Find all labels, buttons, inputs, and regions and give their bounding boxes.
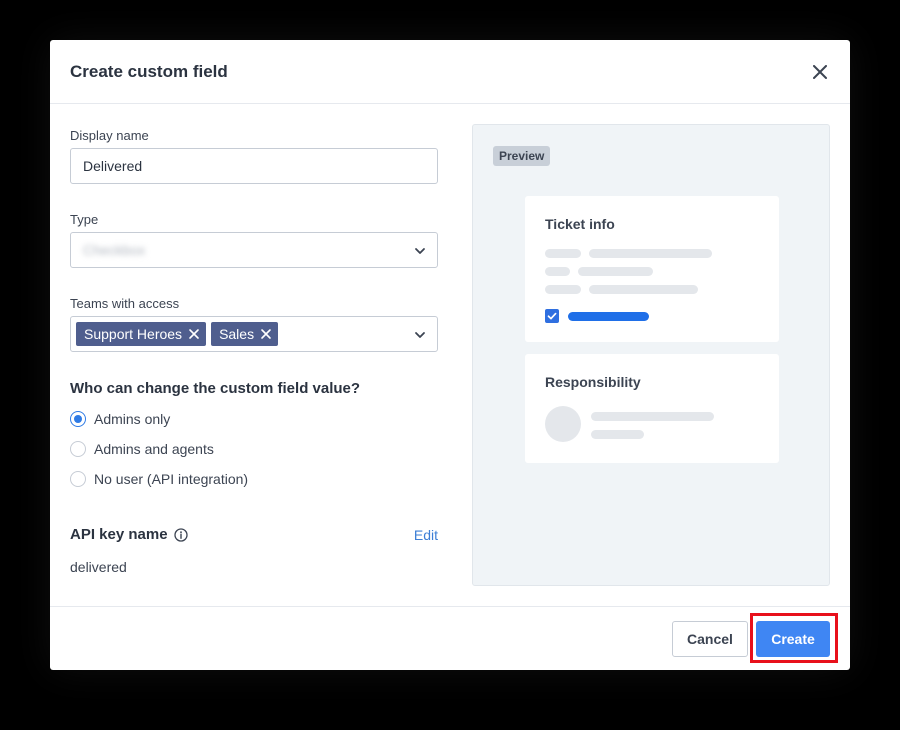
radio-button[interactable]	[70, 411, 86, 427]
api-key-value: delivered	[70, 559, 127, 575]
skeleton-line	[589, 285, 698, 294]
chevron-down-icon	[415, 332, 425, 338]
permissions-title: Who can change the custom field value?	[70, 380, 361, 397]
type-select[interactable]: Checkbox	[70, 232, 438, 268]
radio-no-user[interactable]: No user (API integration)	[70, 471, 248, 487]
radio-admins-and-agents[interactable]: Admins and agents	[70, 441, 214, 457]
api-key-header: API key name Edit	[70, 526, 438, 543]
type-label: Type	[70, 212, 99, 227]
edit-api-key-link[interactable]: Edit	[414, 527, 438, 543]
chevron-down-icon	[415, 248, 425, 254]
radio-label: Admins and agents	[94, 441, 214, 457]
teams-label: Teams with access	[70, 296, 180, 311]
modal-body: Display name Type Checkbox Teams with ac…	[50, 104, 850, 606]
modal-header: Create custom field	[50, 40, 850, 104]
team-tag: Support Heroes	[76, 322, 207, 346]
radio-label: No user (API integration)	[94, 471, 249, 487]
preview-badge: Preview	[493, 146, 551, 166]
close-button[interactable]	[810, 62, 830, 82]
avatar-placeholder	[545, 406, 581, 442]
display-name-input[interactable]	[70, 148, 438, 184]
ticket-info-title: Ticket info	[545, 216, 615, 232]
skeleton-line	[591, 412, 714, 421]
team-tag-label: Sales	[219, 326, 255, 342]
info-circle-icon	[173, 527, 188, 542]
checkmark-icon	[547, 312, 557, 320]
modal-footer: Cancel Create	[50, 606, 850, 670]
skeleton-line	[578, 267, 653, 276]
cancel-button[interactable]: Cancel	[672, 621, 748, 657]
radio-button[interactable]	[70, 441, 86, 457]
api-key-title: API key name	[70, 526, 168, 543]
skeleton-line	[545, 249, 581, 258]
radio-admins-only[interactable]: Admins only	[70, 411, 170, 427]
info-icon[interactable]	[173, 527, 188, 542]
remove-tag-button[interactable]	[260, 328, 272, 340]
team-tag: Sales	[211, 322, 279, 346]
close-icon	[813, 65, 827, 79]
ticket-info-card: Ticket info	[525, 196, 779, 342]
preview-panel: Preview Ticket info Responsibility	[472, 124, 830, 586]
responsibility-title: Responsibility	[545, 374, 641, 390]
radio-button[interactable]	[70, 471, 86, 487]
teams-select[interactable]: Support Heroes Sales	[70, 316, 438, 352]
remove-tag-button[interactable]	[188, 328, 200, 340]
modal-title: Create custom field	[70, 61, 228, 81]
skeleton-line	[545, 267, 570, 276]
skeleton-line	[545, 285, 581, 294]
skeleton-line	[591, 430, 644, 439]
radio-label: Admins only	[94, 411, 171, 427]
preview-field-bar	[568, 312, 649, 321]
close-icon	[261, 329, 271, 339]
team-tag-label: Support Heroes	[84, 326, 183, 342]
skeleton-line	[589, 249, 712, 258]
close-icon	[189, 329, 199, 339]
preview-checkbox	[545, 309, 559, 323]
responsibility-card: Responsibility	[525, 354, 779, 463]
type-select-value: Checkbox	[83, 242, 146, 258]
display-name-label: Display name	[70, 128, 149, 143]
create-custom-field-modal: Create custom field Display name Type Ch…	[50, 40, 850, 670]
create-button[interactable]: Create	[756, 621, 830, 657]
